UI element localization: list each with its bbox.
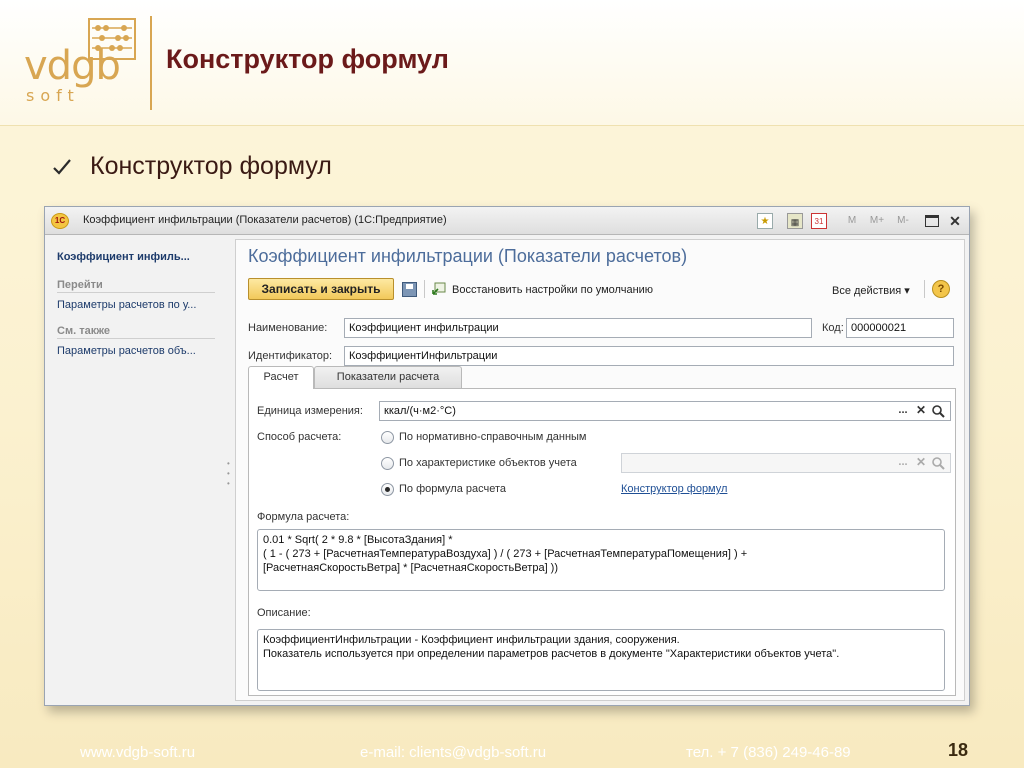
description-line: КоэффициентИнфильтрации - Коэффициент ин…: [263, 634, 680, 646]
slide-title: Конструктор формул: [166, 44, 449, 74]
favorite-star-icon[interactable]: ★: [757, 213, 773, 229]
unit-select-button[interactable]: ...: [895, 402, 911, 420]
tab-calculation-indicators[interactable]: Показатели расчета: [314, 366, 462, 388]
form-title: Коэффициент инфильтрации (Показатели рас…: [248, 246, 688, 266]
description-label: Описание:: [257, 607, 311, 619]
nav-section-goto: Перейти: [57, 279, 215, 293]
formula-constructor-link[interactable]: Конструктор формул: [621, 483, 727, 495]
memory-minus-button[interactable]: M-: [893, 213, 913, 229]
description-line: Показатель используется при определении …: [263, 648, 840, 660]
nav-current-item[interactable]: Коэффициент инфиль...: [57, 251, 190, 263]
header-divider: [150, 16, 152, 110]
method-radio-characteristic[interactable]: [381, 457, 394, 470]
save-and-close-button[interactable]: Записать и закрыть: [248, 278, 394, 300]
nav-section-see-also: См. также: [57, 325, 215, 339]
method-option-reference[interactable]: По нормативно-справочным данным: [399, 431, 586, 443]
app-window: 1С Коэффициент инфильтрации (Показатели …: [44, 206, 970, 706]
name-field[interactable]: Коэффициент инфильтрации: [344, 318, 812, 338]
bullet-text: Конструктор формул: [90, 152, 332, 180]
close-icon[interactable]: ✕: [947, 213, 963, 229]
formula-line: 0.01 * Sqrt( 2 * 9.8 * [ВысотаЗдания] *: [263, 534, 453, 546]
logo-subtext: soft: [26, 86, 80, 105]
formula-line: ( 1 - ( 273 + [РасчетнаяТемператураВозду…: [263, 548, 748, 560]
calendar-icon[interactable]: 31: [811, 213, 827, 229]
name-label: Наименование:: [248, 322, 328, 334]
method-radio-reference[interactable]: [381, 431, 394, 444]
formula-label: Формула расчета:: [257, 511, 350, 523]
slide-header: vdgb soft Конструктор формул: [0, 0, 1024, 126]
calculator-icon[interactable]: ▦: [787, 213, 803, 229]
restore-defaults-icon[interactable]: [432, 282, 446, 296]
nav-link-object-params[interactable]: Параметры расчетов объ...: [57, 345, 196, 357]
identifier-field[interactable]: КоэффициентИнфильтрации: [344, 346, 954, 366]
all-actions-menu[interactable]: Все действия ▾: [832, 284, 910, 297]
identifier-label: Идентификатор:: [248, 350, 333, 362]
characteristic-clear-icon[interactable]: ✕: [913, 454, 929, 472]
save-icon[interactable]: [402, 282, 417, 297]
footer-website[interactable]: www.vdgb-soft.ru: [80, 744, 195, 761]
1c-app-icon: 1С: [51, 213, 69, 229]
method-option-characteristic[interactable]: По характеристике объектов учета: [399, 457, 577, 469]
unit-label: Единица измерения:: [257, 405, 363, 417]
splitter-handle[interactable]: • • •: [227, 459, 231, 489]
description-textarea[interactable]: КоэффициентИнфильтрации - Коэффициент ин…: [257, 629, 945, 691]
memory-button[interactable]: M: [845, 213, 859, 229]
characteristic-select-button[interactable]: ...: [895, 454, 911, 472]
restore-defaults-button[interactable]: Восстановить настройки по умолчанию: [452, 284, 653, 296]
method-radio-formula[interactable]: [381, 483, 394, 496]
window-titlebar[interactable]: 1С Коэффициент инфильтрации (Показатели …: [45, 207, 969, 235]
maximize-icon[interactable]: [925, 215, 939, 227]
code-label: Код:: [822, 322, 844, 334]
checkmark-icon: [53, 158, 71, 175]
code-field[interactable]: 000000021: [846, 318, 954, 338]
bullet-item: Конструктор формул: [52, 152, 332, 181]
method-label: Способ расчета:: [257, 431, 342, 443]
vdgb-logo: vdgb soft: [18, 14, 148, 106]
footer-phone: тел. + 7 (836) 249-46-89: [686, 744, 851, 761]
formula-textarea[interactable]: 0.01 * Sqrt( 2 * 9.8 * [ВысотаЗдания] * …: [257, 529, 945, 591]
help-icon[interactable]: ?: [932, 280, 950, 298]
form-panel: Коэффициент инфильтрации (Показатели рас…: [235, 239, 965, 701]
page-number: 18: [948, 740, 969, 760]
tab-panel-calculation: Единица измерения: ккал/(ч·м2·°С) ... ✕ …: [248, 388, 956, 696]
toolbar-separator: [424, 280, 425, 298]
footer-email[interactable]: e-mail: clients@vdgb-soft.ru: [360, 744, 546, 761]
toolbar-separator: [924, 280, 925, 298]
navigation-panel: Коэффициент инфиль... Перейти Параметры …: [51, 241, 231, 701]
window-title: Коэффициент инфильтрации (Показатели рас…: [83, 214, 447, 226]
tab-calculation[interactable]: Расчет: [248, 366, 314, 389]
unit-clear-icon[interactable]: ✕: [913, 402, 929, 420]
formula-line: [РасчетнаяСкоростьВетра] * [РасчетнаяСко…: [263, 562, 559, 574]
unit-search-icon[interactable]: [931, 403, 945, 421]
unit-field[interactable]: ккал/(ч·м2·°С): [379, 401, 951, 421]
characteristic-search-icon[interactable]: [931, 455, 945, 473]
method-option-formula[interactable]: По формула расчета: [399, 483, 506, 495]
logo-text: vdgb: [24, 43, 121, 89]
memory-plus-button[interactable]: M+: [867, 213, 887, 229]
nav-link-calc-params[interactable]: Параметры расчетов по у...: [57, 299, 196, 311]
